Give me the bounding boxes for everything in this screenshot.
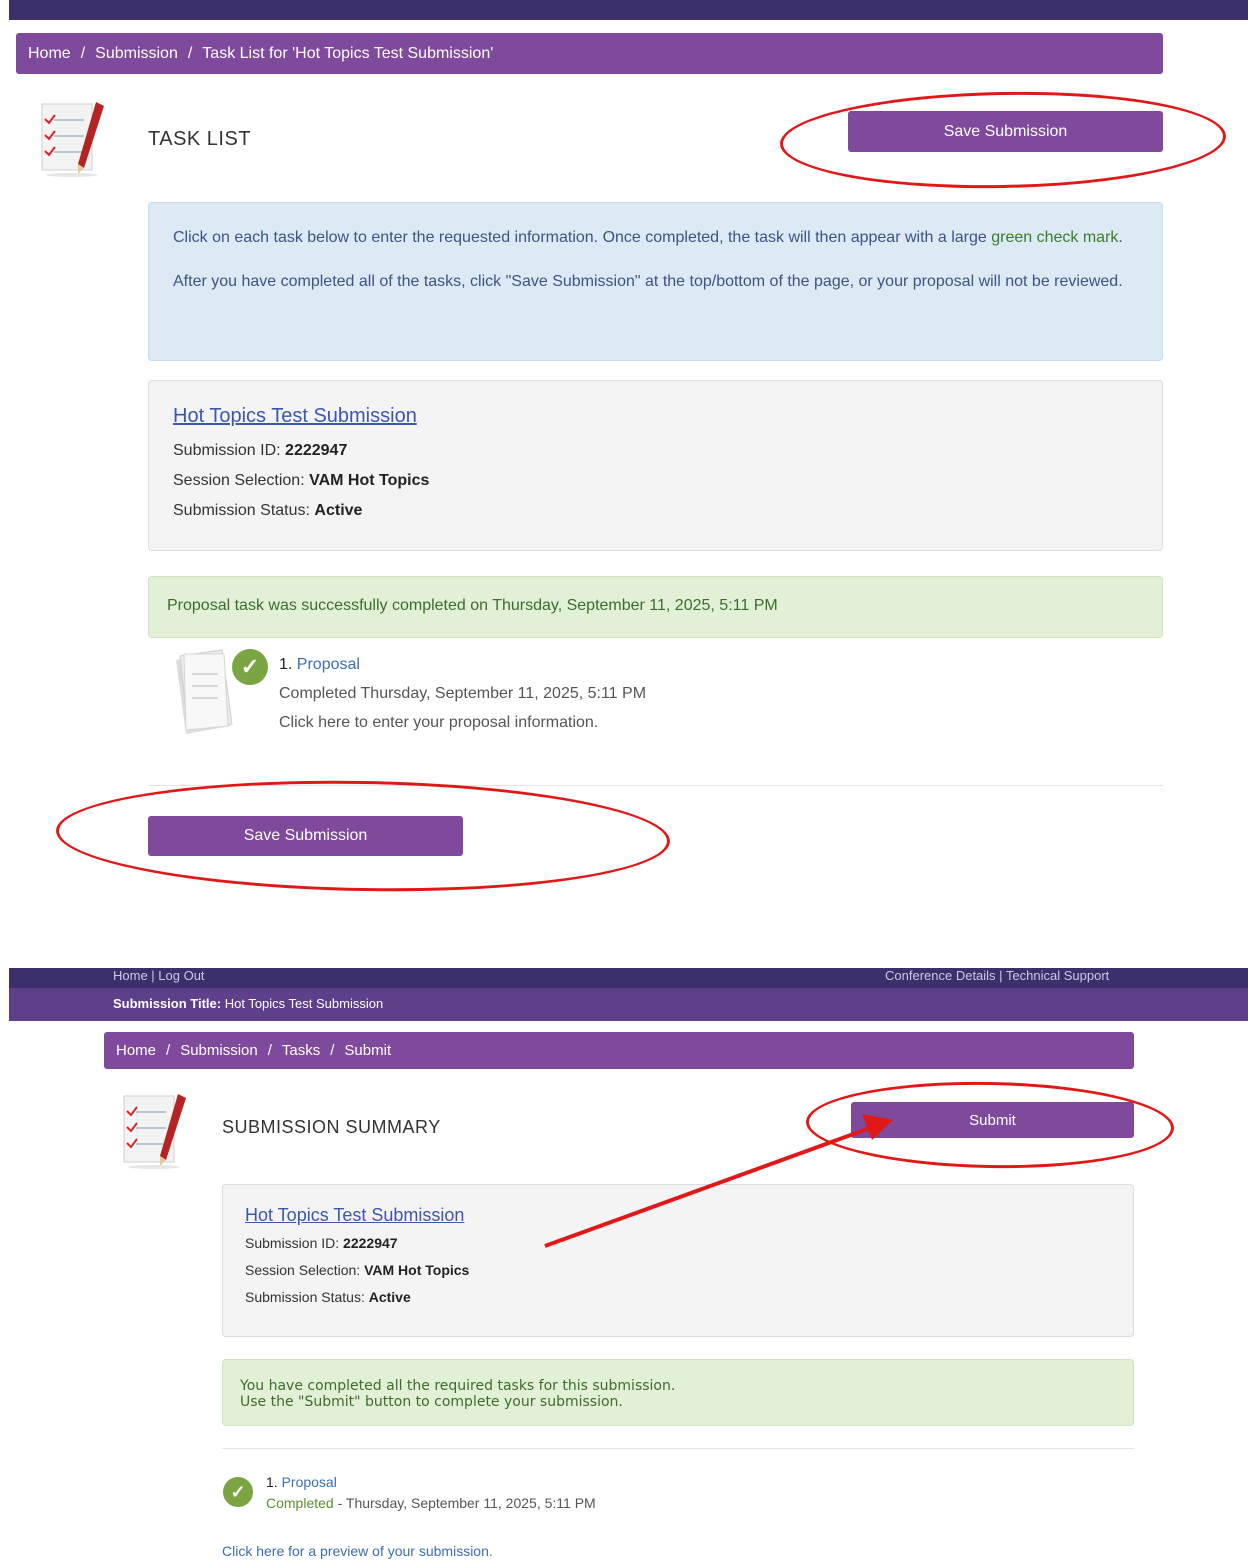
submission-card: Hot Topics Test Submission Submission ID… (222, 1184, 1134, 1337)
preview-link[interactable]: Click here for a preview of your submiss… (222, 1543, 493, 1559)
breadcrumb: Home / Submission / Task List for 'Hot T… (16, 33, 1163, 74)
save-submission-button-bottom[interactable]: Save Submission (148, 816, 463, 856)
submission-status: Submission Status: Active (173, 502, 363, 519)
breadcrumb-submission[interactable]: Submission (180, 1042, 258, 1059)
breadcrumb-submission[interactable]: Submission (95, 45, 178, 63)
success-alert: Proposal task was successfully completed… (148, 576, 1163, 638)
proposal-task-link[interactable]: Proposal (297, 656, 360, 673)
submission-title-bar: Submission Title: Hot Topics Test Submis… (9, 988, 1248, 1021)
instructions-line1: Click on each task below to enter the re… (173, 229, 1123, 246)
check-circle-icon: ✓ (220, 1474, 256, 1510)
top-bar (9, 0, 1248, 20)
breadcrumb-separator: / (80, 44, 86, 62)
checklist-icon (41, 102, 104, 177)
save-submission-button[interactable]: Save Submission (848, 111, 1163, 152)
task-completed-date: Completed Thursday, September 11, 2025, … (279, 685, 647, 702)
proposal-task-link[interactable]: Proposal (282, 1474, 337, 1490)
task-item-proposal[interactable]: 1. Proposal Completed Thursday, Septembe… (279, 650, 646, 737)
breadcrumb: Home / Submission / Tasks / Submit (104, 1032, 1134, 1069)
session-selection: Session Selection: VAM Hot Topics (245, 1262, 470, 1278)
success-alert: You have completed all the required task… (222, 1359, 1134, 1426)
check-circle-icon: ✓ (229, 646, 271, 688)
breadcrumb-separator: / (330, 1042, 335, 1059)
submission-id: Submission ID: 2222947 (173, 442, 348, 459)
top-nav-right[interactable]: Conference Details | Technical Support (885, 968, 1109, 983)
page-title: TASK LIST (148, 128, 252, 150)
top-nav-left[interactable]: Home | Log Out (113, 968, 205, 983)
divider (148, 785, 1163, 786)
submission-status: Submission Status: Active (245, 1289, 411, 1305)
task-status: Completed - Thursday, September 11, 2025… (266, 1495, 596, 1511)
breadcrumb-separator: / (166, 1042, 171, 1059)
checklist-icon (123, 1094, 186, 1169)
breadcrumb-home[interactable]: Home (116, 1042, 156, 1059)
top-nav-bar: Home | Log Out Conference Details | Tech… (9, 968, 1248, 988)
page-title: SUBMISSION SUMMARY (222, 1117, 441, 1137)
instructions-panel: Click on each task below to enter the re… (148, 202, 1163, 361)
instructions-line2: After you have completed all of the task… (173, 273, 1123, 290)
submit-button[interactable]: Submit (851, 1102, 1134, 1138)
breadcrumb-current: Submit (344, 1042, 392, 1059)
divider (222, 1448, 1134, 1449)
submission-title-link[interactable]: Hot Topics Test Submission (173, 405, 1138, 428)
breadcrumb-separator: / (187, 44, 193, 62)
breadcrumb-home[interactable]: Home (28, 45, 71, 63)
task-hint: Click here to enter your proposal inform… (279, 714, 599, 731)
session-selection: Session Selection: VAM Hot Topics (173, 472, 430, 489)
submission-title-link[interactable]: Hot Topics Test Submission (245, 1205, 1111, 1226)
breadcrumb-separator: / (267, 1042, 272, 1059)
task-item-proposal[interactable]: 1. Proposal Completed - Thursday, Septem… (266, 1472, 596, 1514)
submission-id: Submission ID: 2222947 (245, 1235, 398, 1251)
breadcrumb-current: Task List for 'Hot Topics Test Submissio… (202, 44, 494, 62)
breadcrumb-tasks[interactable]: Tasks (282, 1042, 320, 1059)
submission-card: Hot Topics Test Submission Submission ID… (148, 380, 1163, 551)
